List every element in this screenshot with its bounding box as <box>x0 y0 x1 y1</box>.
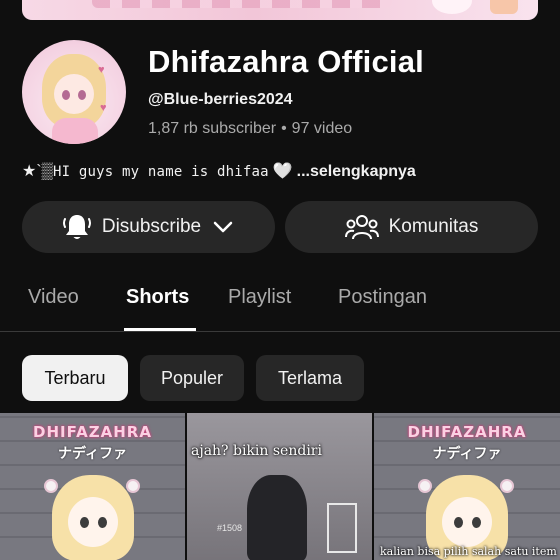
thumbnail-art <box>126 479 140 493</box>
heart-icon: ♥ <box>98 64 105 76</box>
thumbnail-art <box>500 479 514 493</box>
thumbnail-logo: DHIFAZAHRA <box>33 423 152 441</box>
filter-chip-terlama[interactable]: Terlama <box>256 355 364 401</box>
filter-chip-terbaru[interactable]: Terbaru <box>22 355 128 401</box>
bell-icon <box>62 212 92 242</box>
avatar-art <box>52 118 98 144</box>
community-label: Komunitas <box>388 216 479 237</box>
white-heart-icon: 🤍 <box>272 163 293 180</box>
banner-art <box>432 0 472 14</box>
avatar-art <box>78 90 86 100</box>
video-count: 97 video <box>291 120 353 137</box>
thumbnail-art <box>68 497 118 547</box>
description-text: HI guys my name is dhifaa <box>53 164 269 180</box>
banner-art <box>490 0 518 14</box>
thumbnail-art <box>442 497 492 547</box>
channel-name: Dhifazahra Official <box>148 44 424 79</box>
short-thumbnail[interactable]: DHIFAZAHRA ナディファ <box>0 413 185 560</box>
channel-avatar[interactable]: ♥ ♥ <box>22 40 126 144</box>
subscribed-button[interactable]: Disubscribe <box>22 201 275 253</box>
thumbnail-subtitle: ナディファ <box>432 446 502 462</box>
channel-tabs: Video Shorts Playlist Postingan <box>0 270 560 332</box>
thumbnail-art <box>80 517 89 528</box>
tab-playlist[interactable]: Playlist <box>228 286 291 309</box>
thumbnail-art <box>44 479 58 493</box>
tab-postingan[interactable]: Postingan <box>338 286 427 309</box>
channel-banner[interactable] <box>22 0 538 20</box>
thumbnail-art <box>418 479 432 493</box>
stats-separator: • <box>281 120 287 137</box>
tab-shorts[interactable]: Shorts <box>126 286 189 309</box>
filter-chip-populer[interactable]: Populer <box>140 355 244 401</box>
short-thumbnail[interactable]: ajah? bikin sendiri #1508 <box>187 413 372 560</box>
avatar-art <box>62 90 70 100</box>
tab-video[interactable]: Video <box>28 286 79 309</box>
community-icon <box>344 213 379 241</box>
thumbnail-art <box>247 475 307 560</box>
thumbnail-caption: ajah? bikin sendiri <box>191 443 322 459</box>
thumbnail-logo: DHIFAZAHRA <box>407 423 527 441</box>
description-prefix: ★`▒ <box>22 163 54 180</box>
channel-description[interactable]: ★`▒HI guys my name is dhifaa 🤍 ...selengka… <box>22 161 416 181</box>
thumbnail-art <box>454 517 463 528</box>
banner-art <box>92 0 392 8</box>
avatar-art <box>54 74 94 114</box>
thumbnail-art <box>98 517 107 528</box>
active-tab-indicator <box>124 328 196 331</box>
channel-handle: @Blue-berries2024 <box>148 91 293 108</box>
thumbnail-art <box>327 503 357 553</box>
channel-stats: 1,87 rb subscriber • 97 video <box>148 120 352 138</box>
show-more-link[interactable]: ...selengkapnya <box>297 163 416 180</box>
subscribed-label: Disubscribe <box>101 216 202 237</box>
thumbnail-caption: kalian bisa pilih salah satu item <box>380 545 557 558</box>
thumbnail-art <box>472 517 481 528</box>
short-thumbnail[interactable]: DHIFAZAHRA ナディファ kalian bisa pilih salah… <box>374 413 560 560</box>
community-button[interactable]: Komunitas <box>285 201 538 253</box>
thumbnail-subtitle: ナディファ <box>57 446 128 462</box>
heart-icon: ♥ <box>100 102 107 114</box>
chevron-down-icon <box>211 215 235 239</box>
thumbnail-badge: #1508 <box>217 523 243 533</box>
subscriber-count: 1,87 rb subscriber <box>148 120 277 137</box>
